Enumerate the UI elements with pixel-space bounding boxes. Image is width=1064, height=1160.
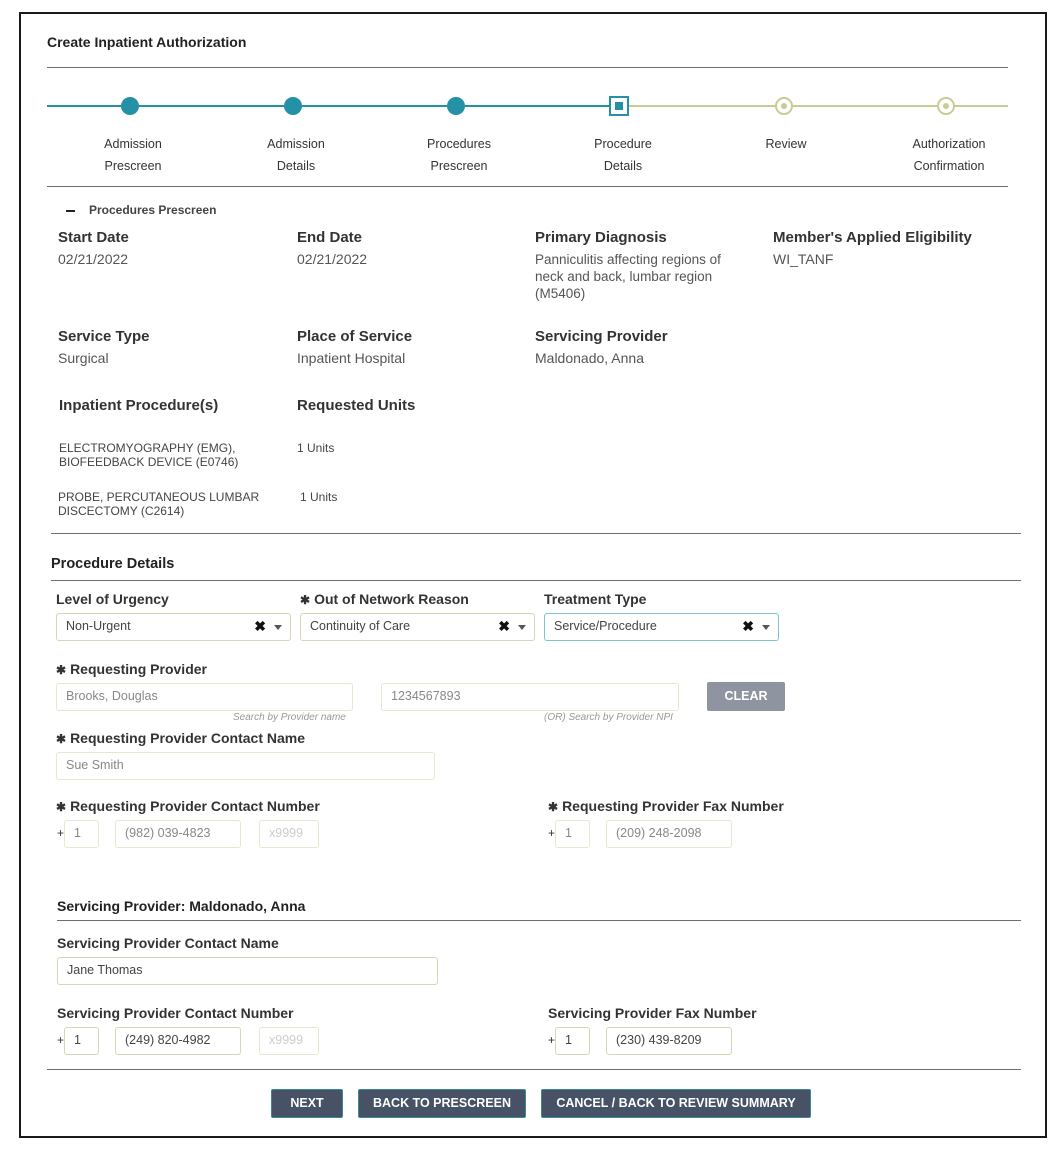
step-admission-prescreen[interactable]: Admission Prescreen [63,133,203,177]
step-completed-icon[interactable] [121,97,139,115]
step-pending-icon [775,97,793,115]
step-authorization-confirmation: Authorization Confirmation [912,137,986,173]
summary-divider [51,533,1021,534]
servicing-contact-number-label: Servicing Provider Contact Number [57,1005,294,1021]
contact-name-label: ✱ Requesting Provider Contact Name [56,730,305,746]
procedure-name: ELECTROMYOGRAPHY (EMG), BIOFEEDBACK DEVI… [59,441,239,469]
clear-selection-icon[interactable]: ✖ [742,614,754,639]
servicing-divider [57,920,1021,921]
eligibility-value: WI_TANF [773,251,834,267]
required-icon: ✱ [300,593,311,607]
servicing-phone-input[interactable]: (249) 820-4982 [115,1027,241,1055]
start-date-label: Start Date [58,229,129,246]
fax-country-code-input[interactable]: 1 [555,820,590,848]
plus-sign: + [57,826,65,840]
plus-sign: + [57,1033,65,1047]
urgency-label: Level of Urgency [56,591,169,607]
servicing-fax-label: Servicing Provider Fax Number [548,1005,757,1021]
procedure-name: PROBE, PERCUTANEOUS LUMBAR DISCECTOMY (C… [58,490,260,518]
fax-number-input[interactable]: (209) 248-2098 [606,820,732,848]
step-completed-icon[interactable] [447,97,465,115]
clear-selection-icon[interactable]: ✖ [254,614,266,639]
provider-name-search-input[interactable]: Brooks, Douglas [56,683,353,711]
page-title: Create Inpatient Authorization [47,34,247,50]
provider-npi-hint: (OR) Search by Provider NPI [544,712,673,723]
step-admission-details[interactable]: Admission Details [226,133,366,177]
plus-sign: + [548,826,556,840]
chevron-down-icon[interactable] [518,625,526,630]
clear-provider-button[interactable]: CLEAR [707,682,785,711]
fax-number-label: ✱ Requesting Provider Fax Number [548,798,784,814]
step-procedures-prescreen[interactable]: Procedures Prescreen [389,133,529,177]
servicing-fax-input[interactable]: (230) 439-8209 [606,1027,732,1055]
servicing-extension-input[interactable]: x9999 [259,1027,319,1055]
treatment-type-label: Treatment Type [544,591,647,607]
servicing-provider-label: Servicing Provider [535,328,668,345]
step-current-icon [609,96,629,116]
procedure-details-title: Procedure Details [51,556,175,572]
service-type-label: Service Type [58,328,150,345]
place-of-service-value: Inpatient Hospital [297,350,406,366]
end-date-label: End Date [297,229,363,246]
step-procedure-details: Procedure Details [594,137,652,173]
service-type-value: Surgical [58,350,109,366]
servicing-fax-country-input[interactable]: 1 [555,1027,590,1055]
step-completed-icon[interactable] [284,97,302,115]
urgency-select[interactable]: Non-Urgent ✖ [56,613,291,641]
end-date-value: 02/21/2022 [297,251,368,267]
contact-number-label: ✱ Requesting Provider Contact Number [56,798,320,814]
procedure-details-divider [51,580,1021,581]
chevron-down-icon[interactable] [274,625,282,630]
procedures-header: Inpatient Procedure(s) [59,397,219,414]
servicing-provider-value: Maldonado, Anna [535,350,644,366]
primary-diagnosis-value: Panniculitis affecting regions of neck a… [535,252,721,301]
required-icon: ✱ [56,732,67,746]
requesting-provider-label: ✱ Requesting Provider [56,661,207,677]
footer-divider [47,1069,1021,1070]
servicing-contact-name-input[interactable]: Jane Thomas [57,957,438,985]
servicing-country-code-input[interactable]: 1 [64,1027,99,1055]
out-of-network-label: ✱ Out of Network Reason [300,591,469,607]
eligibility-label: Member's Applied Eligibility [773,229,972,246]
procedures-prescreen-toggle[interactable]: Procedures Prescreen [66,203,216,217]
stepper-divider [47,186,1008,187]
units-header: Requested Units [297,397,416,414]
collapse-minus-icon [66,209,75,212]
required-icon: ✱ [56,663,67,677]
servicing-contact-name-label: Servicing Provider Contact Name [57,935,279,951]
primary-diagnosis-label: Primary Diagnosis [535,229,667,246]
out-of-network-select[interactable]: Continuity of Care ✖ [300,613,535,641]
required-icon: ✱ [548,800,559,814]
provider-name-hint: Search by Provider name [233,712,346,723]
contact-country-code-input[interactable]: 1 [64,820,99,848]
procedure-units: 1 Units [300,490,338,504]
required-icon: ✱ [56,800,67,814]
clear-selection-icon[interactable]: ✖ [498,614,510,639]
chevron-down-icon[interactable] [762,625,770,630]
step-review: Review [765,137,807,151]
contact-name-input[interactable]: Sue Smith [56,752,435,780]
back-to-prescreen-button[interactable]: BACK TO PRESCREEN [358,1089,526,1118]
treatment-type-select[interactable]: Service/Procedure ✖ [544,613,779,641]
contact-extension-input[interactable]: x9999 [259,820,319,848]
plus-sign: + [548,1033,556,1047]
provider-npi-search-input[interactable]: 1234567893 [381,683,679,711]
place-of-service-label: Place of Service [297,328,413,345]
next-button[interactable]: NEXT [271,1089,343,1118]
start-date-value: 02/21/2022 [58,251,129,267]
step-pending-icon [937,97,955,115]
title-divider [47,67,1008,68]
contact-phone-input[interactable]: (982) 039-4823 [115,820,241,848]
servicing-provider-title: Servicing Provider: Maldonado, Anna [57,898,306,914]
procedure-units: 1 Units [297,441,335,455]
cancel-back-to-review-button[interactable]: CANCEL / BACK TO REVIEW SUMMARY [541,1089,811,1118]
